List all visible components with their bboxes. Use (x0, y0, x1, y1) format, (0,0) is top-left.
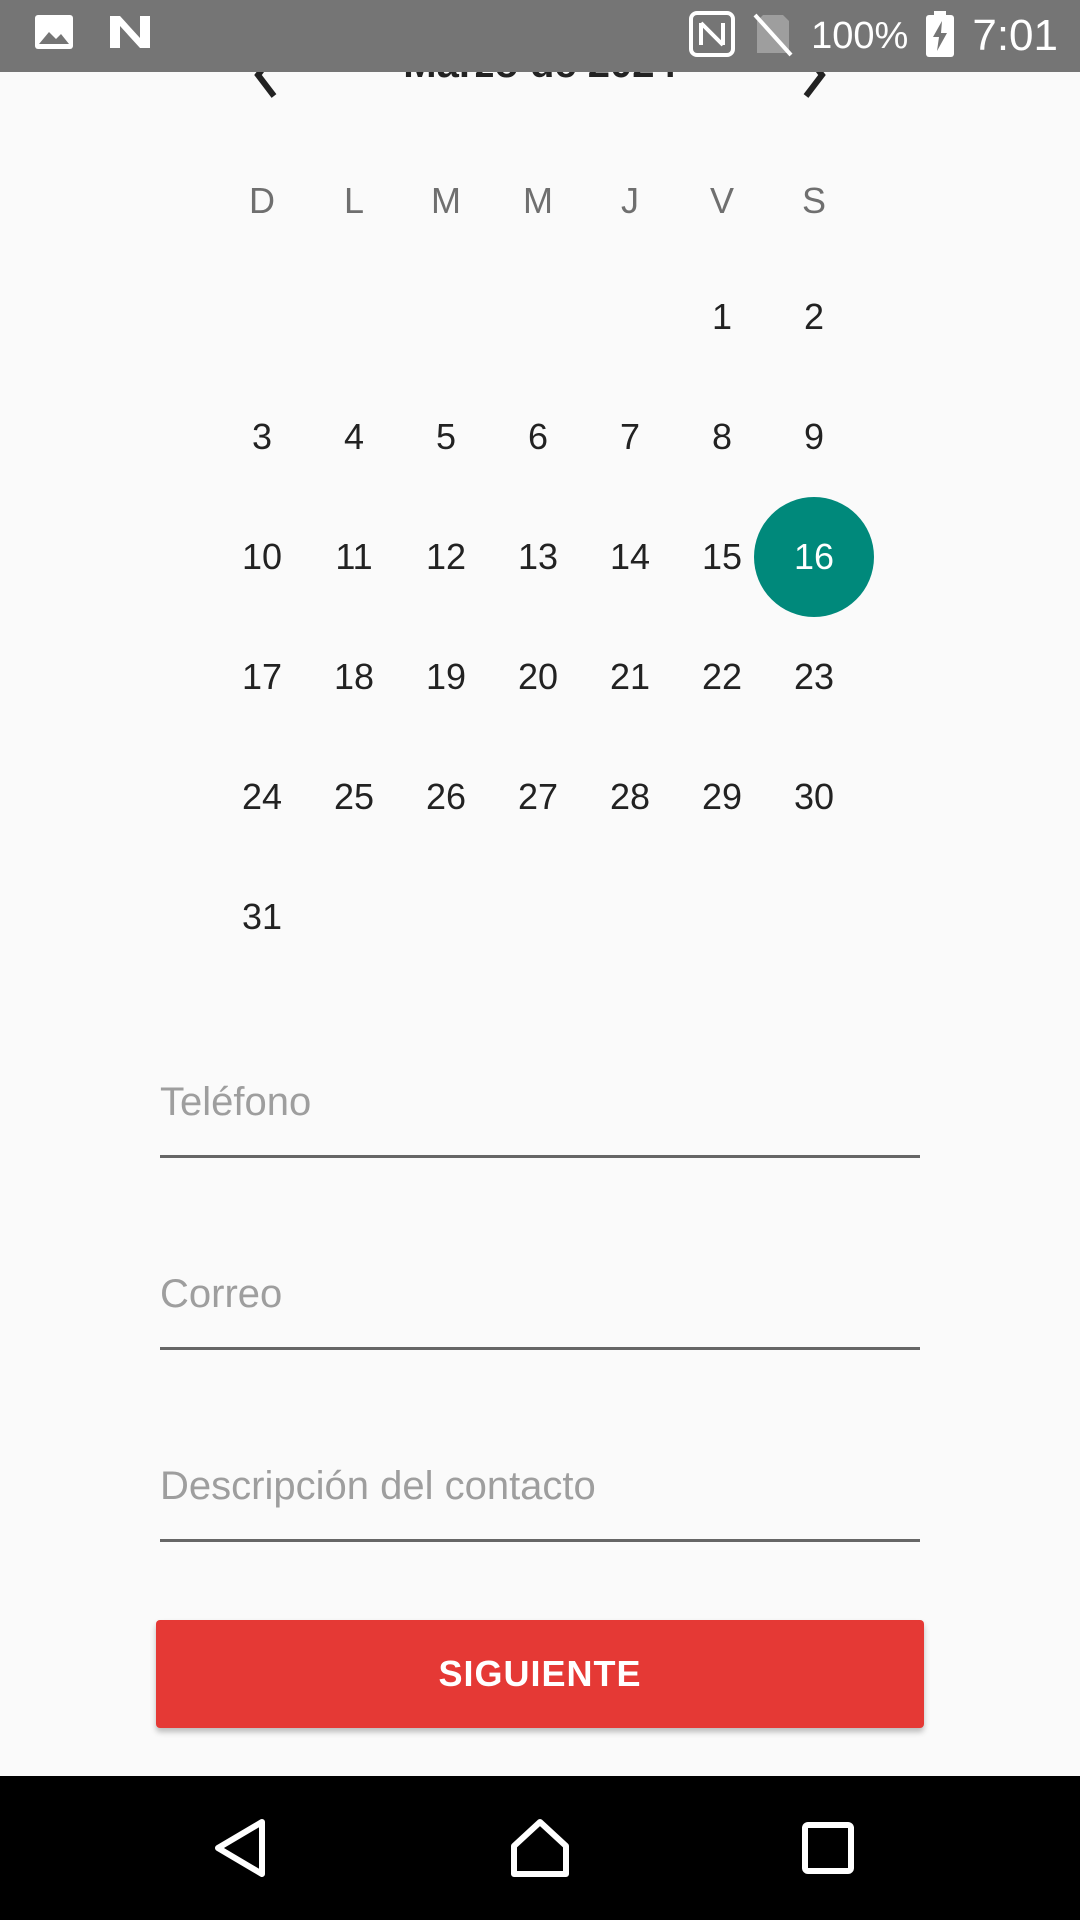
home-icon (511, 1819, 569, 1877)
calendar-day[interactable]: 8 (676, 377, 768, 497)
calendar-day[interactable]: 29 (676, 737, 768, 857)
calendar-day[interactable]: 21 (584, 617, 676, 737)
calendar-day[interactable]: 5 (400, 377, 492, 497)
calendar-day[interactable]: 26 (400, 737, 492, 857)
calendar-day[interactable]: 25 (308, 737, 400, 857)
calendar-day[interactable]: 2 (768, 257, 860, 377)
calendar-day[interactable]: 13 (492, 497, 584, 617)
email-field[interactable]: Correo (160, 1272, 920, 1350)
email-underline (160, 1347, 920, 1350)
calendar-day[interactable]: 3 (216, 377, 308, 497)
calendar-day[interactable]: 19 (400, 617, 492, 737)
home-button[interactable] (480, 1776, 600, 1920)
calendar-day[interactable]: 6 (492, 377, 584, 497)
calendar-day-selected[interactable]: 16 (768, 497, 860, 617)
phone-underline (160, 1155, 920, 1158)
description-field[interactable]: Descripción del contacto (160, 1464, 920, 1542)
calendar-day[interactable]: 17 (216, 617, 308, 737)
back-icon (215, 1819, 265, 1877)
calendar-day[interactable]: 4 (308, 377, 400, 497)
description-placeholder: Descripción del contacto (160, 1464, 596, 1508)
phone-field[interactable]: Teléfono (160, 1080, 920, 1158)
email-placeholder: Correo (160, 1272, 283, 1316)
calendar-day[interactable]: 28 (584, 737, 676, 857)
calendar-day[interactable]: 23 (768, 617, 860, 737)
calendar-day[interactable]: 22 (676, 617, 768, 737)
recents-icon (802, 1822, 854, 1874)
calendar-day[interactable]: 30 (768, 737, 860, 857)
weekday-label: V (709, 180, 734, 221)
recents-button[interactable] (768, 1776, 888, 1920)
calendar-grid: D L M M J V S 1 2 3 4 5 6 7 8 9 10 11 12 13 14 15 16 17 18 19 20 21… (0, 0, 1080, 1000)
weekday-label: J (621, 180, 639, 221)
calendar-day[interactable]: 7 (584, 377, 676, 497)
calendar-day[interactable]: 27 (492, 737, 584, 857)
navigation-bar (0, 1776, 1080, 1920)
phone-placeholder: Teléfono (160, 1080, 312, 1124)
calendar-day[interactable]: 12 (400, 497, 492, 617)
calendar-day[interactable]: 18 (308, 617, 400, 737)
weekday-label: M (431, 180, 461, 221)
description-underline (160, 1539, 920, 1542)
back-button[interactable] (180, 1776, 300, 1920)
calendar-day[interactable]: 31 (216, 857, 308, 977)
calendar-day[interactable]: 9 (768, 377, 860, 497)
weekday-label: S (801, 180, 826, 221)
calendar-day[interactable]: 14 (584, 497, 676, 617)
calendar-day[interactable]: 24 (216, 737, 308, 857)
weekday-label: M (523, 180, 553, 221)
weekday-label: D (249, 180, 275, 221)
calendar-day[interactable]: 11 (308, 497, 400, 617)
next-button[interactable]: SIGUIENTE (156, 1620, 924, 1728)
calendar-day[interactable]: 20 (492, 617, 584, 737)
weekday-label: L (343, 180, 365, 221)
calendar-day[interactable]: 1 (676, 257, 768, 377)
calendar-day[interactable]: 10 (216, 497, 308, 617)
